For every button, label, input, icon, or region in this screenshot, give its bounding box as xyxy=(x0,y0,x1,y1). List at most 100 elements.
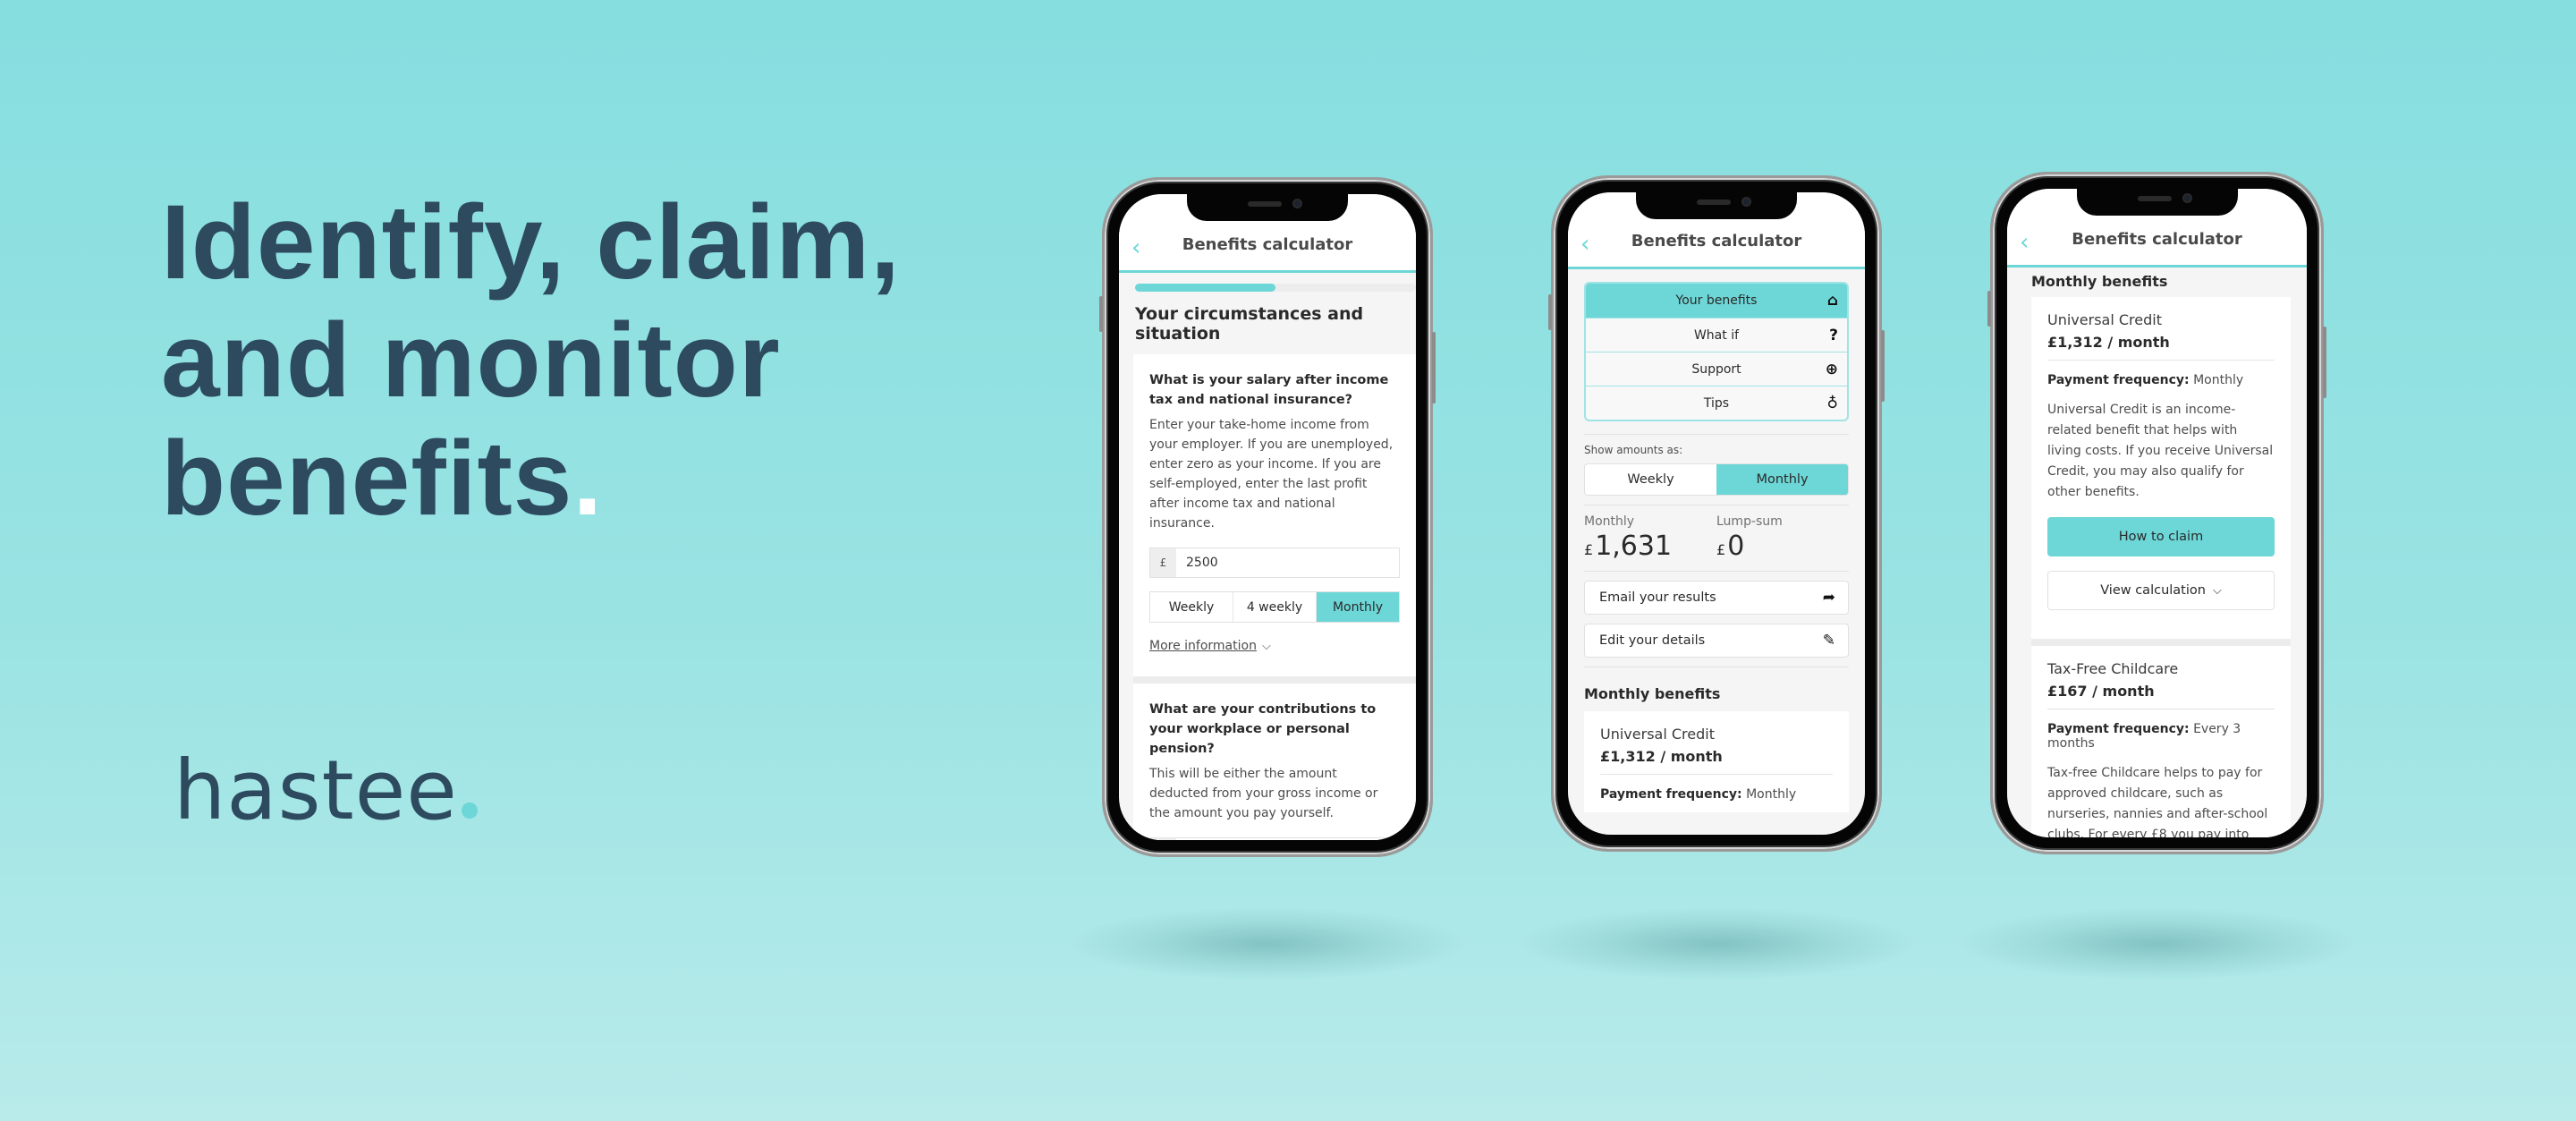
benefit-description: Tax-free Childcare helps to pay for appr… xyxy=(2047,766,2268,837)
progress-bar xyxy=(1135,284,1416,292)
phone-side-button xyxy=(1099,296,1103,332)
question-card-salary: What is your salary after income tax and… xyxy=(1133,354,1416,676)
more-information-toggle[interactable]: More information ⌵ xyxy=(1149,623,1400,653)
benefit-name: Universal Credit xyxy=(1600,726,1715,743)
chevron-down-icon: ⌵ xyxy=(1261,640,1271,653)
view-calculation-button[interactable]: View calculation ⌵ xyxy=(2047,571,2275,610)
show-amounts-weekly[interactable]: Weekly xyxy=(1585,464,1716,495)
question-title: What are your contributions to your work… xyxy=(1149,702,1377,756)
phone-side-button xyxy=(1881,330,1885,402)
phone-notch xyxy=(2076,189,2238,216)
payment-frequency-value: Monthly xyxy=(2193,373,2244,387)
menu-item-support[interactable]: Support ⊕ xyxy=(1586,352,1847,386)
edit-icon: ✎ xyxy=(1822,632,1835,650)
camera xyxy=(2182,193,2192,203)
salary-field[interactable] xyxy=(1176,548,1399,577)
pension-field[interactable] xyxy=(1176,838,1399,840)
totals: Monthly £1,631 Lump-sum £0 xyxy=(1584,514,1849,562)
lump-sum-total: Lump-sum £0 xyxy=(1716,514,1849,562)
app-title: Benefits calculator xyxy=(1182,235,1353,254)
menu-item-label: Support xyxy=(1691,361,1741,377)
frequency-option-monthly[interactable]: Monthly xyxy=(1317,592,1399,622)
section-title: Your circumstances and situation xyxy=(1135,304,1364,344)
speaker xyxy=(1697,200,1731,205)
phone-results: ‹ Benefits calculator Your benefits ⌂ Wha… xyxy=(1548,175,1885,852)
share-arrow-icon: ➦ xyxy=(1822,589,1835,607)
how-to-claim-button[interactable]: How to claim xyxy=(2047,517,2275,556)
phone-shadow xyxy=(1521,908,1914,980)
pension-input[interactable]: £ xyxy=(1149,837,1400,840)
question-help: This will be either the amount deducted … xyxy=(1149,767,1378,820)
edit-details-button[interactable]: Edit your details ✎ xyxy=(1584,624,1849,658)
monthly-benefits-title: Monthly benefits xyxy=(2031,273,2168,290)
menu-item-label: Tips xyxy=(1703,395,1730,411)
divider xyxy=(1584,571,1849,572)
frequency-option-weekly[interactable]: Weekly xyxy=(1150,592,1233,622)
monthly-benefits-title: Monthly benefits xyxy=(1584,685,1721,702)
camera xyxy=(1741,197,1751,207)
more-information-link[interactable]: More information xyxy=(1149,639,1257,653)
email-results-label: Email your results xyxy=(1599,590,1716,605)
question-card-pension: What are your contributions to your work… xyxy=(1133,684,1416,840)
phone-side-button xyxy=(1987,291,1991,327)
email-results-button[interactable]: Email your results ➦ xyxy=(1584,581,1849,615)
show-amounts-monthly[interactable]: Monthly xyxy=(1716,464,1848,495)
speaker xyxy=(1248,201,1282,207)
payment-frequency: Payment frequency: Every 3 months xyxy=(2047,722,2275,751)
benefit-card-tax-free-childcare: Tax-Free Childcare £167 / month Payment … xyxy=(2031,646,2291,837)
currency-symbol: £ xyxy=(1716,541,1726,558)
monthly-total-amount: £1,631 xyxy=(1584,531,1716,562)
question-help: Enter your take-home income from your em… xyxy=(1149,418,1394,531)
phone-benefit-details: ‹ Benefits calculator Monthly benefits U… xyxy=(1987,172,2326,854)
benefit-name: Universal Credit xyxy=(2047,311,2162,328)
phone-side-button xyxy=(1548,294,1552,330)
lump-sum-amount: £0 xyxy=(1716,531,1849,562)
payment-frequency: Payment frequency: Monthly xyxy=(1600,787,1833,802)
menu-item-tips[interactable]: Tips ♁ xyxy=(1586,386,1847,420)
card-divider xyxy=(1133,676,1416,684)
app-title: Benefits calculator xyxy=(2072,230,2242,249)
payment-frequency-label: Payment frequency: xyxy=(1600,787,1742,802)
benefit-amount: £167 / month xyxy=(2047,683,2155,700)
menu-item-your-benefits[interactable]: Your benefits ⌂ xyxy=(1586,284,1847,318)
phone-notch xyxy=(1187,194,1348,221)
hastee-logo: hastee xyxy=(174,743,478,838)
phone-shadow xyxy=(1071,908,1464,980)
frequency-selector: Weekly 4 weekly Monthly xyxy=(1149,591,1400,623)
phone-notch xyxy=(1636,192,1797,219)
speaker xyxy=(2137,196,2172,201)
benefit-amount: £1,312 / month xyxy=(1600,748,1723,765)
monthly-total: Monthly £1,631 xyxy=(1584,514,1716,562)
show-amounts-toggle: Weekly Monthly xyxy=(1584,463,1849,496)
lump-sum-value: 0 xyxy=(1727,531,1745,562)
view-calculation-label: View calculation xyxy=(2100,583,2206,598)
frequency-option-4-weekly[interactable]: 4 weekly xyxy=(1233,592,1317,622)
currency-symbol: £ xyxy=(1584,541,1594,558)
benefit-amount: £1,312 / month xyxy=(2047,334,2170,351)
phone-circumstances: ‹ Benefits calculator Your circumstances… xyxy=(1099,177,1436,857)
benefit-name: Tax-Free Childcare xyxy=(2047,660,2179,677)
monthly-total-label: Monthly xyxy=(1584,514,1635,529)
show-amounts-label: Show amounts as: xyxy=(1584,444,1683,456)
payment-frequency-label: Payment frequency: xyxy=(2047,373,2190,387)
phone-side-button xyxy=(1432,332,1436,403)
hero-headline: Identify, claim, and monitor benefits. xyxy=(161,183,901,538)
results-menu: Your benefits ⌂ What if? Support ⊕ Tips ♁ xyxy=(1584,282,1849,421)
currency-prefix: £ xyxy=(1150,548,1176,577)
salary-input[interactable]: £ xyxy=(1149,548,1400,578)
question-title: What is your salary after income tax and… xyxy=(1149,373,1389,407)
logo-text: hastee xyxy=(174,743,458,838)
edit-details-label: Edit your details xyxy=(1599,633,1706,648)
phone-shadow xyxy=(1961,908,2354,980)
lifebuoy-icon: ⊕ xyxy=(1825,360,1838,378)
divider xyxy=(1600,774,1833,775)
menu-item-what-if[interactable]: What if? xyxy=(1586,318,1847,352)
benefit-card-universal-credit: Universal Credit £1,312 / month Payment … xyxy=(2031,297,2291,639)
payment-frequency: Payment frequency: Monthly xyxy=(2047,373,2275,387)
card-divider xyxy=(2031,639,2291,646)
phone-screen: ‹ Benefits calculator Your circumstances… xyxy=(1119,194,1416,840)
headline-line-3-text: benefits xyxy=(161,420,573,538)
phone-screen: ‹ Benefits calculator Monthly benefits U… xyxy=(2007,189,2307,837)
currency-prefix: £ xyxy=(1150,838,1176,840)
headline-line-2: and monitor xyxy=(161,301,781,420)
